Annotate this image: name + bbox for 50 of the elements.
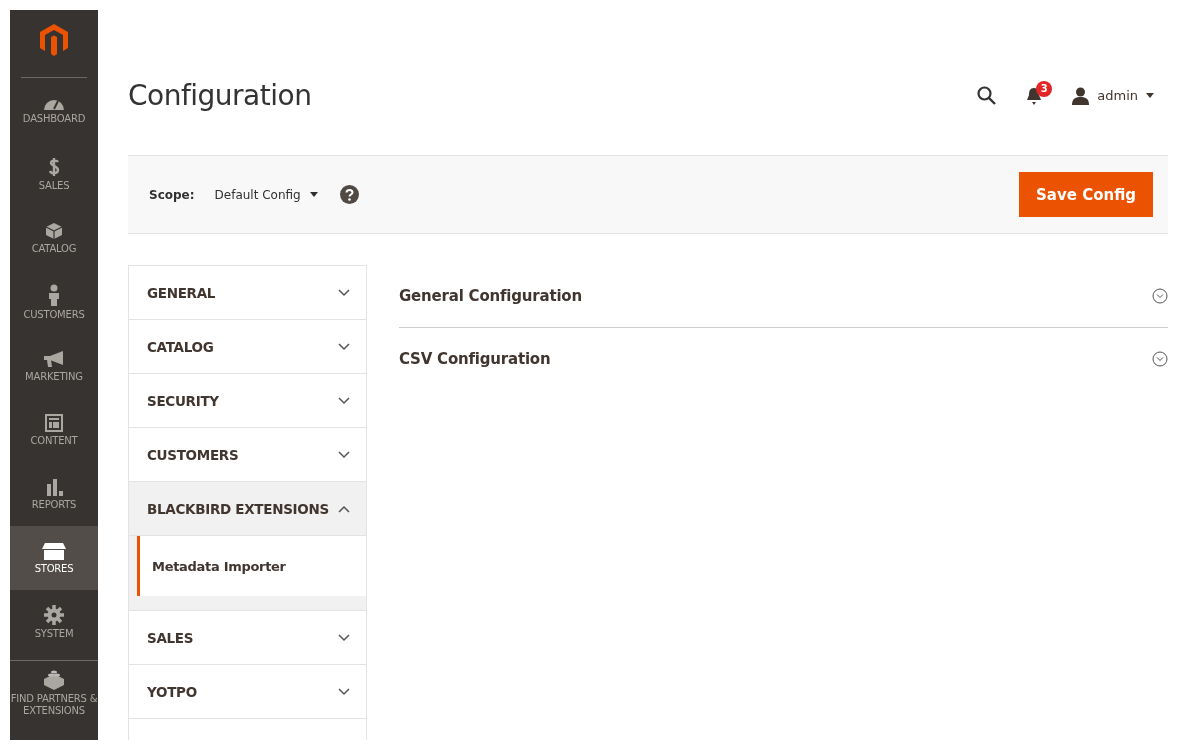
menu-item[interactable]: SALES <box>10 142 98 206</box>
config-tab[interactable]: GENERAL <box>129 266 366 320</box>
chevron-down-icon <box>338 288 350 297</box>
chevron-down-icon <box>338 396 350 405</box>
caret-icon <box>309 192 318 197</box>
dollar-icon <box>48 156 60 177</box>
store-icon <box>41 541 67 560</box>
block-icon <box>43 670 65 690</box>
bar-chart-icon <box>45 477 63 496</box>
menu-item[interactable]: CUSTOMERS <box>10 270 98 334</box>
person-icon <box>48 283 60 306</box>
config-tab[interactable]: CATALOG <box>129 320 366 374</box>
menu-item[interactable]: SYSTEM <box>10 590 98 654</box>
menu-item[interactable]: STORES <box>10 526 98 590</box>
chevron-down-icon <box>338 342 350 351</box>
menu-item[interactable]: DASHBOARD <box>10 78 98 142</box>
logo-icon[interactable] <box>40 24 68 56</box>
config-tab[interactable]: YOTPO <box>129 665 366 719</box>
caret-icon <box>1146 93 1154 98</box>
megaphone-icon <box>43 349 65 368</box>
bell-icon[interactable] <box>1026 86 1043 105</box>
box-icon <box>45 221 63 240</box>
menu-item[interactable]: REPORTS <box>10 462 98 526</box>
gear-icon <box>44 604 64 625</box>
menu-item[interactable]: MARKETING <box>10 334 98 398</box>
menu-item[interactable]: FIND PARTNERS & EXTENSIONS <box>10 660 98 725</box>
search-icon[interactable] <box>977 86 997 105</box>
config-tab[interactable]: SALES <box>129 611 366 665</box>
chevron-up-icon <box>338 504 350 513</box>
config-subtab[interactable]: Metadata Importer <box>137 536 366 596</box>
chevron-down-icon <box>338 450 350 459</box>
menu-item[interactable]: CONTENT <box>10 398 98 462</box>
page-title: Configuration <box>128 79 313 112</box>
scope-label: Scope: <box>149 187 195 202</box>
expand-icon <box>1152 351 1168 367</box>
section-header[interactable]: General Configuration <box>399 265 1168 328</box>
chevron-down-icon <box>338 633 350 642</box>
menu-item[interactable]: CATALOG <box>10 206 98 270</box>
help-icon[interactable] <box>339 185 359 204</box>
chevron-down-icon <box>338 687 350 696</box>
expand-icon <box>1152 288 1168 304</box>
save-config-button[interactable]: Save Config <box>1019 172 1153 217</box>
user-icon <box>1072 86 1090 105</box>
notification-count: 3 <box>1036 80 1053 97</box>
panel-icon <box>45 413 63 432</box>
section-header[interactable]: CSV Configuration <box>399 328 1168 390</box>
scope-switcher[interactable]: Default Config <box>214 187 318 202</box>
config-tab[interactable]: BLACKBIRD EXTENSIONS <box>129 482 366 536</box>
user-menu[interactable]: admin <box>1072 86 1154 105</box>
config-tab[interactable]: SECURITY <box>129 374 366 428</box>
